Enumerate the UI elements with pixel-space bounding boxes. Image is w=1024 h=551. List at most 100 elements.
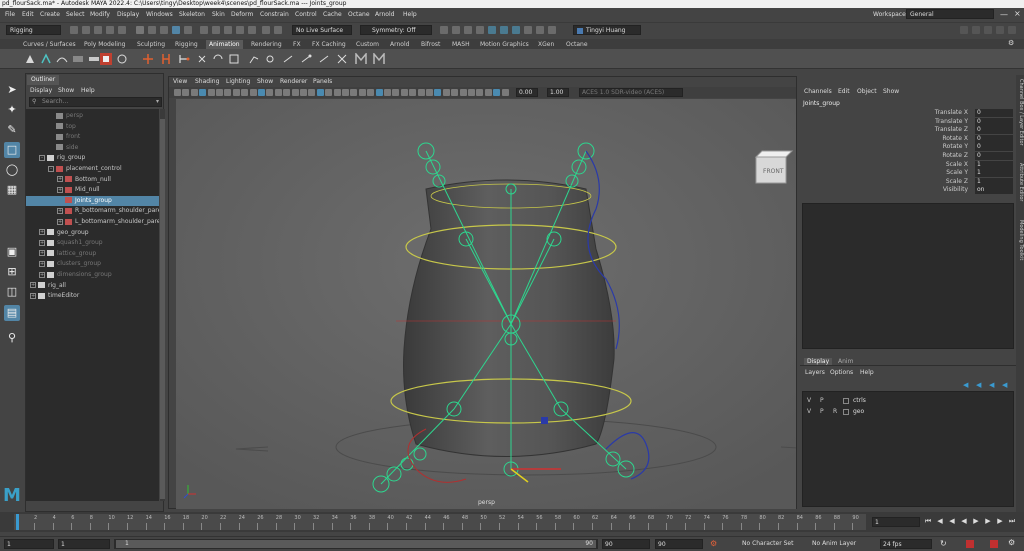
output-ops-icon[interactable]	[274, 26, 282, 34]
viewport-menu-view[interactable]: View	[173, 78, 187, 85]
point-constraint-icon[interactable]	[196, 53, 208, 65]
hypershade-icon[interactable]	[488, 26, 496, 34]
viewport-toolbar-icon[interactable]	[342, 89, 349, 96]
undo-icon[interactable]	[106, 26, 114, 34]
select-object-icon[interactable]	[148, 26, 156, 34]
ik-handle-icon[interactable]	[248, 53, 260, 65]
viewport-toolbar-icon[interactable]	[283, 89, 291, 96]
menu-create[interactable]: Create	[40, 11, 60, 18]
viewport-toolbar-icon[interactable]	[232, 89, 240, 96]
step-back-frame-icon[interactable]: ◀	[948, 517, 956, 525]
shelf-tab-poly-modeling[interactable]: Poly Modeling	[81, 40, 129, 49]
viewport-toolbar-icon[interactable]	[375, 89, 383, 96]
input-ops-icon[interactable]	[262, 26, 270, 34]
viewport-toolbar-icon[interactable]	[325, 89, 333, 96]
menu-control[interactable]: Control	[295, 11, 317, 18]
viewport-toolbar-icon[interactable]	[241, 89, 249, 96]
close-icon[interactable]: ×	[1014, 9, 1021, 18]
blue-handle[interactable]	[541, 417, 548, 424]
viewport-toolbar-icon[interactable]	[258, 89, 265, 96]
layer-color-swatch[interactable]	[843, 409, 849, 415]
shelf-settings-icon[interactable]: ⚙	[1008, 39, 1014, 47]
move-tool-icon[interactable]: □	[4, 142, 20, 158]
menu-deform[interactable]: Deform	[231, 11, 253, 18]
viewport-toolbar-icon[interactable]	[476, 89, 484, 96]
outliner-row[interactable]: + R_bottomarm_shoulder_parent_null	[26, 206, 159, 217]
collapse-icon[interactable]: -	[39, 154, 45, 161]
lasso-tool-icon[interactable]: ✦	[4, 102, 20, 118]
shelf-tab-curves-surfaces[interactable]: Curves / Surfaces	[20, 40, 79, 49]
layout-icon[interactable]	[996, 26, 1004, 34]
show-menu[interactable]: Show	[883, 88, 899, 95]
viewport-toolbar-icon[interactable]	[291, 89, 299, 96]
viewport-toolbar-icon[interactable]	[216, 89, 223, 96]
loop-icon[interactable]: ↻	[940, 539, 947, 548]
joint-tool-icon[interactable]	[264, 53, 276, 65]
ipr-render-icon[interactable]	[464, 26, 472, 34]
preferences-icon[interactable]: ⚙	[1008, 538, 1015, 547]
channel-value[interactable]: 0	[975, 109, 1013, 117]
viewport-toolbar-icon[interactable]	[417, 89, 425, 96]
auto-key-icon[interactable]: ⚙	[710, 539, 717, 548]
layer-playback-toggle[interactable]: P	[820, 407, 824, 417]
viewport-toolbar-icon[interactable]	[426, 89, 433, 96]
collapse-icon[interactable]: -	[48, 165, 54, 172]
viewport-toolbar-icon[interactable]	[367, 89, 375, 96]
shelf-tab-octane[interactable]: Octane	[563, 40, 591, 49]
expand-icon[interactable]: +	[57, 176, 63, 183]
viewport-menu-panels[interactable]: Panels	[313, 78, 332, 85]
step-forward-key-icon[interactable]: ▶	[996, 517, 1004, 525]
viewport-toolbar-icon[interactable]	[249, 89, 257, 96]
animation-end-field[interactable]: 90	[655, 539, 703, 549]
move-key-icon[interactable]	[142, 53, 154, 65]
move-layer-up-icon[interactable]: ◀	[963, 381, 968, 389]
layout-icon[interactable]	[984, 26, 992, 34]
anim-layer-dropdown[interactable]: No Anim Layer	[810, 539, 874, 549]
trax-editor-icon[interactable]	[88, 53, 100, 65]
shelf-tab-motion-graphics[interactable]: Motion Graphics	[477, 40, 532, 49]
outliner-menu-display[interactable]: Display	[30, 87, 52, 94]
outliner-menu-help[interactable]: Help	[81, 87, 95, 94]
viewport-toolbar-icon[interactable]	[493, 89, 501, 96]
outliner-menu-show[interactable]: Show	[58, 87, 74, 94]
start-time-field[interactable]: 1	[4, 539, 54, 549]
step-back-key-icon[interactable]: ◀	[936, 517, 944, 525]
menu-cache[interactable]: Cache	[323, 11, 342, 18]
viewport-toolbar-icon[interactable]	[300, 89, 307, 96]
outliner-row[interactable]: + Bottom_null	[26, 175, 159, 186]
bind-skin-icon[interactable]	[282, 53, 294, 65]
viewport-menu-show[interactable]: Show	[257, 78, 273, 85]
channel-row[interactable]: Scale Y 1	[800, 169, 1016, 178]
exposure-field[interactable]: 0.00	[516, 88, 538, 97]
channels-menu[interactable]: Channels	[804, 88, 832, 95]
menu-modify[interactable]: Modify	[90, 11, 110, 18]
shelf-tab-fx[interactable]: FX	[290, 40, 304, 49]
viewport-toolbar-icon[interactable]	[409, 89, 417, 96]
menu-help[interactable]: Help	[403, 11, 417, 18]
symmetry-dropdown[interactable]: Symmetry: Off	[360, 25, 432, 35]
help-menu[interactable]: Help	[860, 369, 874, 376]
menu-windows[interactable]: Windows	[146, 11, 173, 18]
menu-select[interactable]: Select	[66, 11, 85, 18]
render-current-frame-icon[interactable]	[452, 26, 460, 34]
end-time-field[interactable]: 90	[602, 539, 650, 549]
shelf-tab-xgen[interactable]: XGen	[535, 40, 557, 49]
shelf-tab-fx-caching[interactable]: FX Caching	[309, 40, 349, 49]
shelf-tab-custom[interactable]: Custom	[353, 40, 382, 49]
outliner-row[interactable]: + L_bottomarm_shoulder_parent_null	[26, 217, 159, 228]
viewport-toolbar-icon[interactable]	[182, 89, 190, 96]
parent-constraint-icon[interactable]	[178, 53, 190, 65]
channel-row[interactable]: Translate X 0	[800, 109, 1016, 117]
viewport-toolbar-icon[interactable]	[308, 89, 316, 96]
tab-display[interactable]: Display	[804, 358, 833, 365]
scrollbar-thumb[interactable]	[160, 119, 165, 499]
side-tab-attribute-editor[interactable]: Attribute Editor	[1016, 163, 1024, 201]
outliner-row[interactable]: front	[26, 132, 159, 143]
shelf-tab-rendering[interactable]: Rendering	[248, 40, 285, 49]
layout-icon[interactable]	[960, 26, 968, 34]
scale-constraint-icon[interactable]	[228, 53, 240, 65]
channel-value[interactable]: 1	[975, 160, 1013, 169]
cluster-icon[interactable]	[318, 53, 330, 65]
channel-value[interactable]: 0	[975, 126, 1013, 135]
dope-sheet-icon[interactable]	[72, 53, 84, 65]
